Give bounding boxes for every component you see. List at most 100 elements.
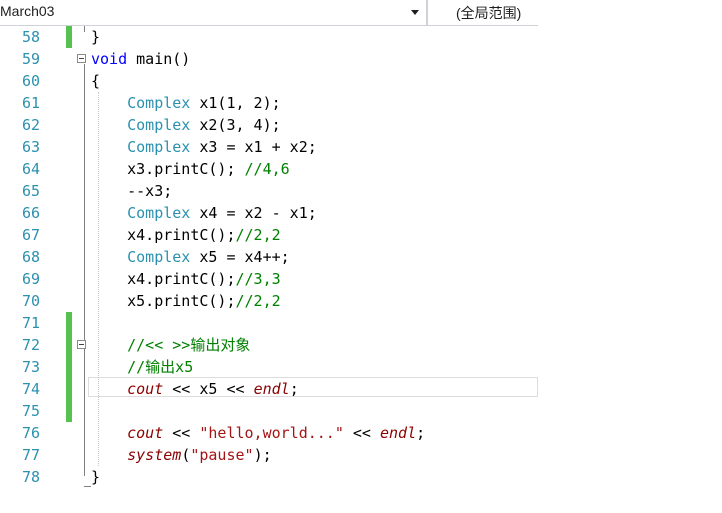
line-number: 75 — [21, 402, 40, 420]
code-token: Complex — [127, 138, 191, 156]
line-number: 67 — [21, 226, 40, 244]
code-text[interactable]: x4.printC();//2,2 — [91, 224, 281, 246]
code-token: void — [91, 50, 128, 68]
code-token: } — [91, 468, 101, 486]
code-token: system — [127, 446, 182, 464]
code-text[interactable]: //输出x5 — [91, 356, 193, 378]
code-token: cout — [127, 424, 164, 442]
code-text[interactable]: --x3; — [91, 180, 172, 202]
code-token: //2,2 — [235, 226, 281, 244]
code-line[interactable]: 67 x4.printC();//2,2 — [0, 224, 538, 246]
code-token: ( — [181, 446, 191, 464]
code-line[interactable]: 58} — [0, 26, 538, 48]
code-token: { — [91, 72, 101, 90]
code-editor[interactable]: 58} 59 void main() 60{61 Complex x1(1, 2); 6… — [0, 26, 538, 513]
line-number: 77 — [21, 446, 40, 464]
code-token: << x5 << — [163, 380, 254, 398]
member-scope-dropdown[interactable]: (全局范围) — [428, 0, 538, 24]
indent-guide — [98, 92, 99, 466]
code-text[interactable]: Complex x2(3, 4); — [91, 114, 281, 136]
outline-guide — [84, 26, 85, 32]
scope-dropdown-value: March03 — [0, 3, 55, 19]
code-line[interactable]: 75 — [0, 400, 538, 422]
code-text[interactable]: x3.printC(); //4,6 — [91, 158, 290, 180]
line-number: 73 — [21, 358, 40, 376]
collapse-icon[interactable] — [77, 54, 86, 63]
code-token: Complex — [127, 248, 191, 266]
code-text[interactable]: x4.printC();//3,3 — [91, 268, 281, 290]
code-text[interactable]: } — [91, 26, 100, 48]
collapse-icon[interactable] — [77, 340, 86, 349]
code-line[interactable]: 73 //输出x5 — [0, 356, 538, 378]
line-number: 74 — [21, 380, 40, 398]
code-token: x5.printC(); — [91, 292, 236, 310]
code-line[interactable]: 65 --x3; — [0, 180, 538, 202]
code-text[interactable]: cout << x5 << endl; — [91, 378, 299, 400]
code-token: ; — [416, 424, 426, 442]
code-token: ); — [253, 446, 272, 464]
line-number: 76 — [21, 424, 40, 442]
line-number: 68 — [21, 248, 40, 266]
code-line[interactable]: 69 x4.printC();//3,3 — [0, 268, 538, 290]
code-line[interactable]: 71 — [0, 312, 538, 334]
line-number: 78 — [21, 468, 40, 486]
code-line[interactable]: 77 system("pause"); — [0, 444, 538, 466]
code-text[interactable]: } — [91, 466, 100, 488]
code-token: Complex — [127, 204, 191, 222]
code-line[interactable]: 70 x5.printC();//2,2 — [0, 290, 538, 312]
code-token: x5 = x4++; — [190, 248, 290, 266]
code-text[interactable]: //<< >>输出对象 — [91, 334, 250, 356]
line-number: 69 — [21, 270, 40, 288]
code-line[interactable]: 78} — [0, 466, 538, 488]
code-token: //2,2 — [235, 292, 281, 310]
code-line[interactable]: 64 x3.printC(); //4,6 — [0, 158, 538, 180]
code-token: x4.printC(); — [91, 270, 236, 288]
chevron-down-icon[interactable] — [411, 10, 419, 15]
code-line[interactable]: 60 { — [0, 70, 538, 92]
code-token: x4.printC(); — [91, 226, 236, 244]
code-text[interactable]: Complex x1(1, 2); — [91, 92, 281, 114]
code-text[interactable]: Complex x5 = x4++; — [91, 246, 290, 268]
code-text[interactable]: { — [91, 70, 100, 92]
outline-guide — [84, 64, 85, 476]
navigation-bar: March03 (全局范围) — [0, 0, 538, 26]
code-token: main() — [127, 50, 191, 68]
line-number: 60 — [21, 72, 40, 90]
code-token: << — [343, 424, 380, 442]
code-text[interactable]: x5.printC();//2,2 — [91, 290, 281, 312]
code-token: //<< >>输出对象 — [127, 336, 251, 354]
code-token: x4 = x2 - x1; — [190, 204, 317, 222]
code-text[interactable]: Complex x3 = x1 + x2; — [91, 136, 317, 158]
code-line[interactable]: 68 Complex x5 = x4++; — [0, 246, 538, 268]
code-token: x1(1, 2); — [190, 94, 281, 112]
code-token: "hello,world..." — [199, 424, 344, 442]
outline-guide — [84, 350, 85, 388]
change-indicator — [66, 26, 72, 48]
line-number: 70 — [21, 292, 40, 310]
code-text[interactable]: system("pause"); — [91, 444, 272, 466]
code-line[interactable]: 66 Complex x4 = x2 - x1; — [0, 202, 538, 224]
code-line[interactable]: 62 Complex x2(3, 4); — [0, 114, 538, 136]
code-text[interactable]: void main() — [91, 48, 190, 70]
scope-dropdown[interactable]: March03 — [0, 0, 424, 24]
code-token: endl — [253, 380, 290, 398]
line-number: 62 — [21, 116, 40, 134]
line-number: 63 — [21, 138, 40, 156]
code-line[interactable]: 61 Complex x1(1, 2); — [0, 92, 538, 114]
code-text[interactable]: cout << "hello,world..." << endl; — [91, 422, 425, 444]
code-line[interactable]: 74 cout << x5 << endl; — [0, 378, 538, 400]
code-text[interactable]: Complex x4 = x2 - x1; — [91, 202, 317, 224]
member-scope-label: (全局范围) — [456, 5, 522, 21]
code-token: << — [163, 424, 200, 442]
code-token: //3,3 — [235, 270, 281, 288]
code-token: //输出x5 — [127, 358, 194, 376]
code-line[interactable]: 76 cout << "hello,world..." << endl; — [0, 422, 538, 444]
code-token: Complex — [127, 94, 191, 112]
code-token: //4,6 — [244, 160, 290, 178]
code-line[interactable]: 63 Complex x3 = x1 + x2; — [0, 136, 538, 158]
